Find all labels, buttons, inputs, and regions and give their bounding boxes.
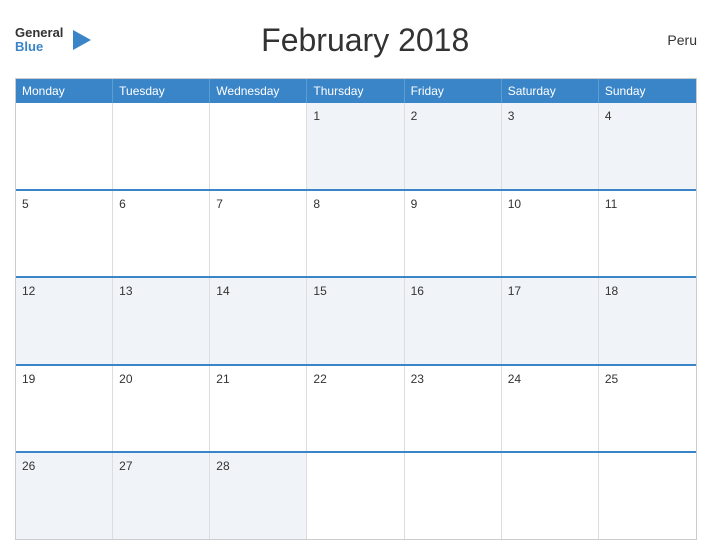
day-number: 24	[508, 372, 521, 386]
day-cell-12: 12	[16, 278, 113, 364]
day-number: 25	[605, 372, 618, 386]
day-cell-23: 23	[405, 366, 502, 452]
day-cell-empty-6	[599, 453, 696, 539]
day-header-sunday: Sunday	[599, 79, 696, 103]
day-number: 18	[605, 284, 618, 298]
day-cell-4: 4	[599, 103, 696, 189]
day-cell-22: 22	[307, 366, 404, 452]
day-number: 10	[508, 197, 521, 211]
week-row-5: 26 27 28	[16, 451, 696, 539]
day-cell-11: 11	[599, 191, 696, 277]
day-header-friday: Friday	[405, 79, 502, 103]
day-cell-2: 2	[405, 103, 502, 189]
day-cell-5: 5	[16, 191, 113, 277]
day-header-saturday: Saturday	[502, 79, 599, 103]
day-cell-17: 17	[502, 278, 599, 364]
day-number: 14	[216, 284, 229, 298]
day-cell-24: 24	[502, 366, 599, 452]
day-number: 16	[411, 284, 424, 298]
week-row-2: 5 6 7 8 9 10 11	[16, 189, 696, 277]
day-cell-empty-1	[113, 103, 210, 189]
day-cell-empty-3	[307, 453, 404, 539]
day-headers-row: MondayTuesdayWednesdayThursdayFridaySatu…	[16, 79, 696, 103]
day-cell-6: 6	[113, 191, 210, 277]
day-cell-27: 27	[113, 453, 210, 539]
day-cell-7: 7	[210, 191, 307, 277]
day-cell-13: 13	[113, 278, 210, 364]
day-cell-empty-4	[405, 453, 502, 539]
day-number: 28	[216, 459, 229, 473]
day-number: 2	[411, 109, 418, 123]
day-number: 1	[313, 109, 320, 123]
country-label: Peru	[637, 32, 697, 48]
day-number: 15	[313, 284, 326, 298]
day-cell-1: 1	[307, 103, 404, 189]
calendar-grid: MondayTuesdayWednesdayThursdayFridaySatu…	[15, 78, 697, 540]
weeks-container: 1234567891011121314151617181920212223242…	[16, 103, 696, 539]
day-number: 9	[411, 197, 418, 211]
day-header-wednesday: Wednesday	[210, 79, 307, 103]
day-number: 26	[22, 459, 35, 473]
day-cell-18: 18	[599, 278, 696, 364]
day-cell-25: 25	[599, 366, 696, 452]
day-cell-9: 9	[405, 191, 502, 277]
header: General Blue February 2018 Peru	[15, 10, 697, 70]
day-number: 23	[411, 372, 424, 386]
day-cell-16: 16	[405, 278, 502, 364]
week-row-1: 1 2 3 4	[16, 103, 696, 189]
day-cell-empty-5	[502, 453, 599, 539]
day-number: 3	[508, 109, 515, 123]
calendar-page: General Blue February 2018 Peru MondayTu…	[0, 0, 712, 550]
day-cell-10: 10	[502, 191, 599, 277]
day-cell-21: 21	[210, 366, 307, 452]
day-cell-19: 19	[16, 366, 113, 452]
logo-blue-text: Blue	[15, 40, 63, 54]
day-cell-26: 26	[16, 453, 113, 539]
day-number: 4	[605, 109, 612, 123]
day-cell-8: 8	[307, 191, 404, 277]
day-number: 12	[22, 284, 35, 298]
logo-flag-icon	[65, 26, 93, 54]
day-cell-3: 3	[502, 103, 599, 189]
logo-general-text: General	[15, 26, 63, 40]
week-row-4: 19 20 21 22 23 24 25	[16, 364, 696, 452]
day-header-monday: Monday	[16, 79, 113, 103]
day-number: 5	[22, 197, 29, 211]
day-cell-20: 20	[113, 366, 210, 452]
day-header-tuesday: Tuesday	[113, 79, 210, 103]
day-number: 17	[508, 284, 521, 298]
day-cell-15: 15	[307, 278, 404, 364]
day-cell-28: 28	[210, 453, 307, 539]
day-number: 7	[216, 197, 223, 211]
day-number: 22	[313, 372, 326, 386]
day-number: 6	[119, 197, 126, 211]
day-cell-empty-0	[16, 103, 113, 189]
day-number: 13	[119, 284, 132, 298]
week-row-3: 12 13 14 15 16 17 18	[16, 276, 696, 364]
day-header-thursday: Thursday	[307, 79, 404, 103]
logo: General Blue	[15, 26, 93, 55]
day-number: 27	[119, 459, 132, 473]
day-number: 8	[313, 197, 320, 211]
day-cell-empty-2	[210, 103, 307, 189]
day-number: 11	[605, 197, 617, 211]
day-number: 19	[22, 372, 35, 386]
page-title: February 2018	[93, 22, 637, 59]
day-number: 20	[119, 372, 132, 386]
day-number: 21	[216, 372, 229, 386]
day-cell-14: 14	[210, 278, 307, 364]
